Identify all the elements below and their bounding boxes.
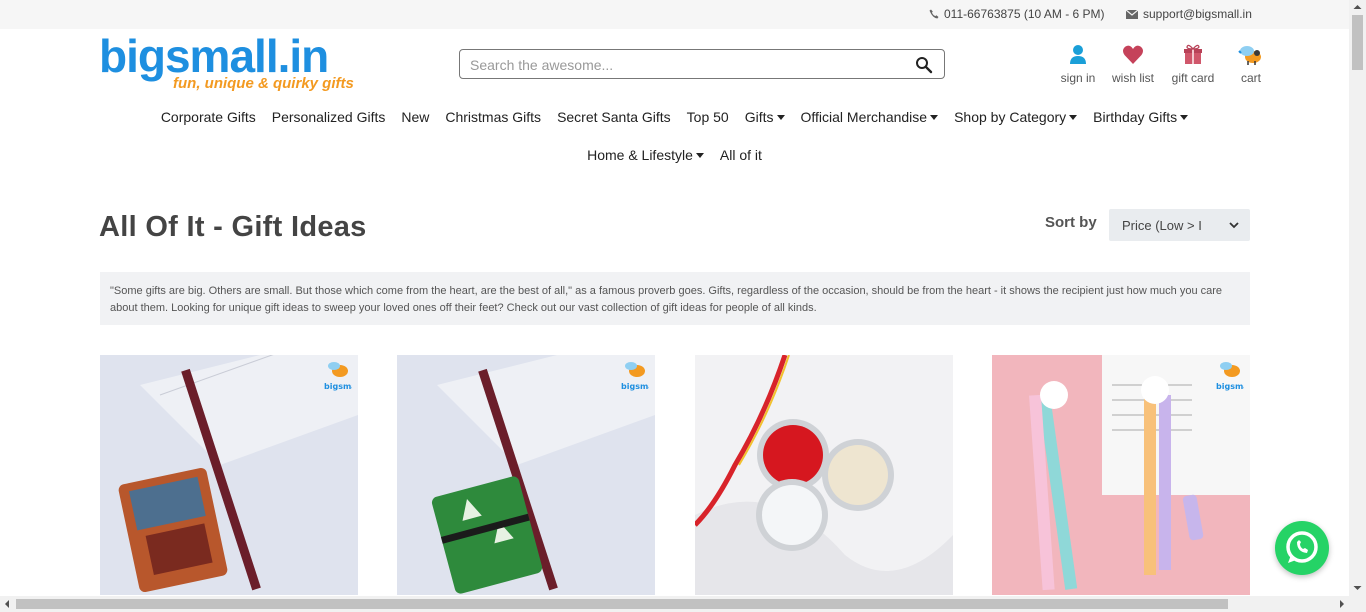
- product-image: [100, 355, 358, 595]
- site-logo[interactable]: bigsmall.in fun, unique & quirky gifts: [99, 30, 354, 95]
- user-icon: [1070, 45, 1086, 64]
- sort-label: Sort by: [1045, 214, 1097, 231]
- wishlist-link[interactable]: wish list: [1103, 44, 1163, 85]
- brand-watermark-icon: bigsmall: [324, 362, 352, 391]
- nav-new[interactable]: New: [393, 109, 437, 125]
- whatsapp-icon: [1286, 531, 1318, 563]
- giftcard-label: gift card: [1171, 71, 1215, 85]
- product-image: [992, 355, 1250, 595]
- caret-down-icon: [1180, 114, 1189, 120]
- gift-icon: [1184, 44, 1202, 64]
- nav-personalized-gifts[interactable]: Personalized Gifts: [264, 109, 394, 125]
- whatsapp-chat-button[interactable]: [1275, 521, 1329, 575]
- search-box: [459, 49, 945, 79]
- nav-label: Gifts: [744, 109, 774, 125]
- header-icons: sign in wish list gift card cart: [1055, 44, 1275, 85]
- product-image: [397, 355, 655, 595]
- caret-down-icon: [930, 114, 939, 120]
- nav-all-of-it[interactable]: All of it: [712, 147, 770, 163]
- nav-secret-santa-gifts[interactable]: Secret Santa Gifts: [549, 109, 679, 125]
- mail-icon: [1126, 9, 1138, 19]
- main-nav: Corporate Gifts Personalized Gifts New C…: [0, 109, 1349, 125]
- logo-tagline: fun, unique & quirky gifts: [173, 75, 354, 92]
- nav-label: Shop by Category: [954, 109, 1067, 125]
- page-title: All Of It - Gift Ideas: [99, 211, 367, 243]
- search-icon[interactable]: [915, 56, 933, 74]
- cart-label: cart: [1240, 71, 1261, 85]
- nav-birthday-gifts[interactable]: Birthday Gifts: [1085, 109, 1196, 125]
- caret-down-icon: [1069, 114, 1078, 120]
- phone-icon: [929, 9, 939, 19]
- horizontal-scrollbar[interactable]: [0, 596, 1366, 612]
- intro-text: "Some gifts are big. Others are small. B…: [100, 272, 1250, 325]
- email-text: support@bigsmall.in: [1143, 7, 1252, 21]
- product-card[interactable]: [695, 355, 953, 595]
- signin-label: sign in: [1060, 71, 1096, 85]
- svg-text:bigsmall: bigsmall: [324, 382, 352, 391]
- nav-label: Christmas Gifts: [445, 109, 542, 125]
- search-input[interactable]: [470, 55, 900, 75]
- product-card[interactable]: bigsmall: [100, 355, 358, 595]
- cart-link[interactable]: cart: [1227, 44, 1275, 85]
- wishlist-label: wish list: [1111, 71, 1154, 85]
- phone-text: 011-66763875 (10 AM - 6 PM): [944, 7, 1105, 21]
- caret-down-icon: [695, 152, 704, 158]
- phone-contact[interactable]: 011-66763875 (10 AM - 6 PM): [929, 7, 1105, 21]
- nav-label: Official Merchandise: [800, 109, 928, 125]
- page: 011-66763875 (10 AM - 6 PM) support@bigs…: [0, 0, 1366, 612]
- nav-label: Corporate Gifts: [160, 109, 256, 125]
- top-bar: 011-66763875 (10 AM - 6 PM) support@bigs…: [0, 0, 1349, 29]
- nav-label: Top 50: [686, 109, 729, 125]
- scroll-down-arrow-icon[interactable]: [1349, 580, 1366, 595]
- nav-shop-by-category[interactable]: Shop by Category: [946, 109, 1085, 125]
- logo-brand: bigsmall.in: [99, 30, 329, 82]
- scroll-up-arrow-icon[interactable]: [1349, 0, 1366, 15]
- product-card[interactable]: bigsmall: [992, 355, 1250, 595]
- sort-value: Price (Low > I: [1122, 218, 1202, 233]
- nav-christmas-gifts[interactable]: Christmas Gifts: [437, 109, 549, 125]
- signin-link[interactable]: sign in: [1055, 44, 1101, 85]
- nav-top-50[interactable]: Top 50: [679, 109, 737, 125]
- main-nav-row2: Home & Lifestyle All of it: [0, 147, 1349, 163]
- nav-label: Birthday Gifts: [1093, 109, 1178, 125]
- svg-text:bigsmall: bigsmall: [1216, 382, 1244, 391]
- email-contact[interactable]: support@bigsmall.in: [1126, 7, 1252, 21]
- scroll-right-arrow-icon[interactable]: [1334, 596, 1349, 612]
- brand-watermark-icon: bigsmall: [621, 362, 649, 391]
- scroll-left-arrow-icon[interactable]: [0, 596, 15, 612]
- nav-label: New: [401, 109, 430, 125]
- vertical-scroll-thumb[interactable]: [1352, 15, 1363, 70]
- svg-text:bigsmall: bigsmall: [621, 382, 649, 391]
- giftcard-link[interactable]: gift card: [1165, 44, 1221, 85]
- product-image: [695, 355, 953, 595]
- cart-icon: [1238, 46, 1261, 65]
- sort-select[interactable]: Price (Low > I: [1109, 209, 1250, 241]
- nav-label: All of it: [719, 147, 762, 163]
- nav-home-lifestyle[interactable]: Home & Lifestyle: [579, 147, 712, 163]
- caret-down-icon: [776, 114, 785, 120]
- chevron-down-icon: [1229, 222, 1239, 229]
- nav-gifts[interactable]: Gifts: [737, 109, 793, 125]
- nav-official-merchandise[interactable]: Official Merchandise: [793, 109, 947, 125]
- heart-icon: [1122, 45, 1144, 64]
- nav-corporate-gifts[interactable]: Corporate Gifts: [153, 109, 264, 125]
- nav-label: Home & Lifestyle: [587, 147, 693, 163]
- nav-label: Secret Santa Gifts: [557, 109, 671, 125]
- horizontal-scroll-thumb[interactable]: [16, 599, 1228, 609]
- nav-label: Personalized Gifts: [271, 109, 386, 125]
- product-card[interactable]: bigsmall: [397, 355, 655, 595]
- brand-watermark-icon: bigsmall: [1216, 362, 1244, 391]
- vertical-scrollbar[interactable]: [1349, 0, 1366, 596]
